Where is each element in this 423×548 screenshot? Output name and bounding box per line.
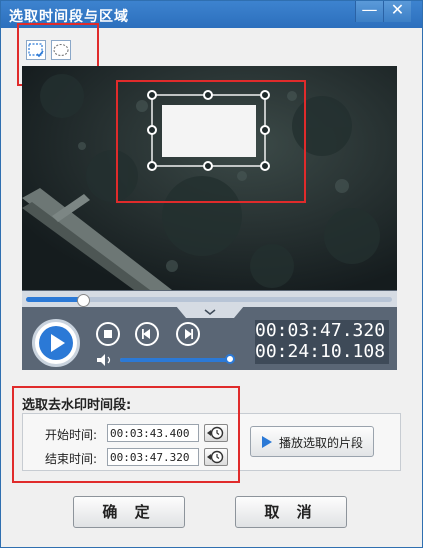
seek-handle[interactable] [76,294,90,307]
close-icon: ✕ [390,0,405,19]
play-selection-button[interactable]: 播放选取的片段 [250,426,374,457]
collapse-tab[interactable] [176,306,244,320]
stop-icon [104,330,112,338]
total-time: 00:24:10.108 [255,341,386,362]
volume-slider[interactable] [120,354,235,364]
volume-handle[interactable] [225,354,235,364]
step-back-icon [142,329,150,339]
ok-button[interactable]: 确 定 [73,496,185,528]
stop-button[interactable] [96,322,120,346]
play-icon [39,326,73,360]
current-time: 00:03:47.320 [255,320,386,341]
step-forward-icon [185,329,193,339]
minimize-icon: — [361,0,378,19]
play-button[interactable] [32,319,80,367]
volume-icon[interactable] [96,353,114,367]
time-section-highlight-box [12,386,240,483]
play-selection-label: 播放选取的片段 [279,436,364,450]
seek-progress [26,297,82,302]
seek-track[interactable] [26,294,392,307]
volume-level [120,358,230,362]
close-button[interactable]: ✕ [383,1,411,22]
play-icon [262,436,272,448]
seek-bar[interactable] [22,291,397,307]
minimize-button[interactable]: — [355,1,383,22]
previous-frame-button[interactable] [135,322,159,346]
next-frame-button[interactable] [176,322,200,346]
cancel-button[interactable]: 取 消 [235,496,347,528]
selection-highlight-box [116,80,306,203]
time-display: 00:03:47.320 00:24:10.108 [255,320,389,364]
